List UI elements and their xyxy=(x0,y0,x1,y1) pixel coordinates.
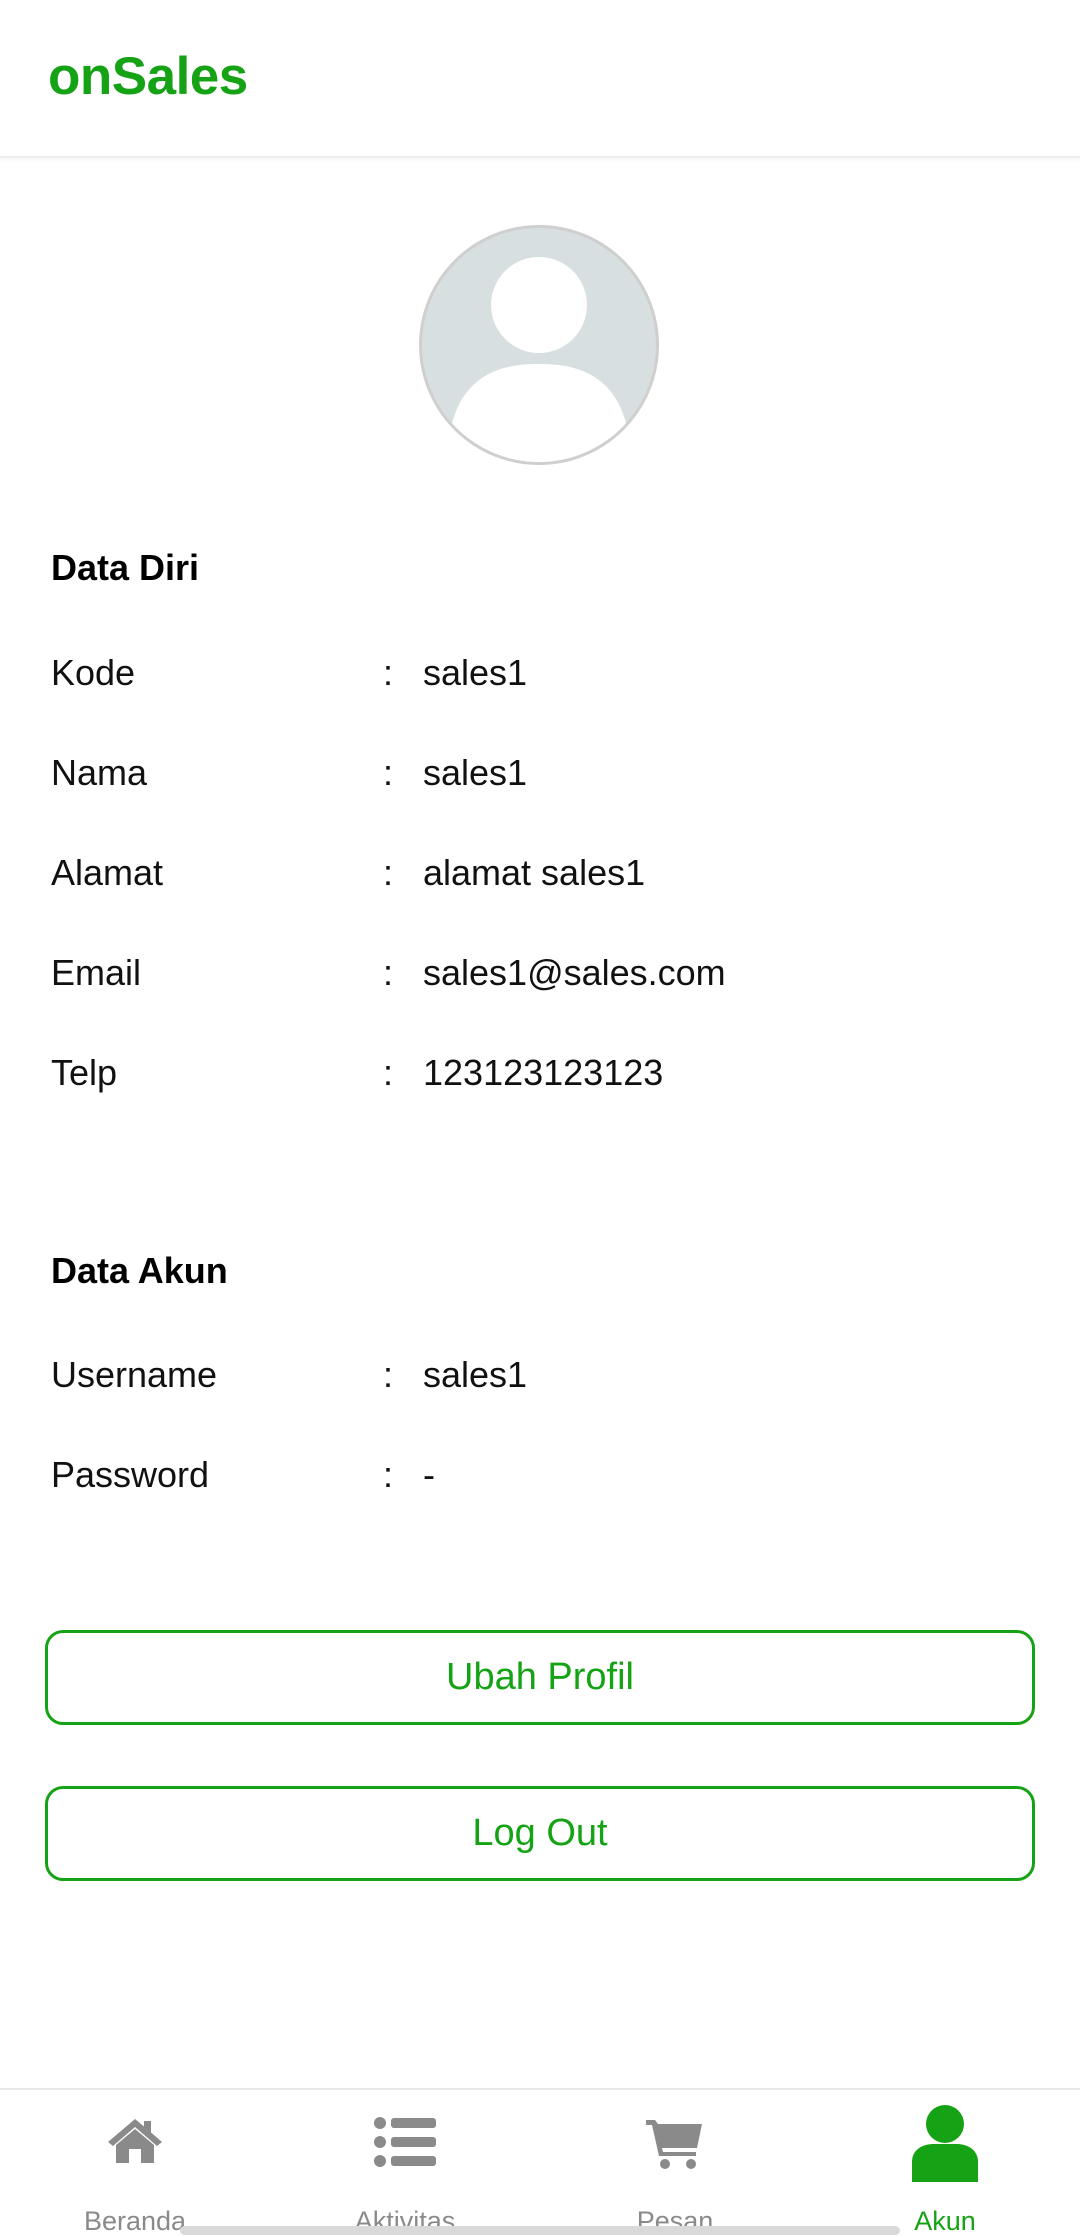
row-label: Kode xyxy=(51,652,136,693)
gesture-handle[interactable] xyxy=(180,2226,900,2235)
row-label: Nama xyxy=(51,752,148,793)
bottom-navigation: Beranda Aktivitas Pesan Akun xyxy=(0,2088,1080,2237)
default-user-avatar-icon xyxy=(452,257,626,462)
row-colon: : xyxy=(383,1354,394,1395)
app-title: onSales xyxy=(48,47,248,106)
home-icon xyxy=(108,2119,162,2163)
row-value: 123123123123 xyxy=(423,1052,664,1093)
row-value: sales1 xyxy=(423,1354,528,1395)
profile-avatar xyxy=(419,225,659,465)
nav-item-aktivitas[interactable]: Aktivitas xyxy=(270,2090,540,2237)
row-value: sales1 xyxy=(423,752,528,793)
cart-icon xyxy=(646,2120,702,2169)
app-bar: onSales xyxy=(0,0,1080,158)
row-colon: : xyxy=(383,1454,394,1495)
nav-item-beranda[interactable]: Beranda xyxy=(0,2090,270,2237)
row-colon: : xyxy=(383,952,394,993)
section-title-data-diri: Data Diri xyxy=(51,547,200,588)
row-label: Username xyxy=(51,1354,218,1395)
user-icon xyxy=(912,2105,978,2182)
row-colon: : xyxy=(383,1052,394,1093)
section-title-data-akun: Data Akun xyxy=(51,1250,228,1291)
row-value: - xyxy=(423,1454,435,1495)
row-colon: : xyxy=(383,652,394,693)
row-value: alamat sales1 xyxy=(423,852,646,893)
row-colon: : xyxy=(383,752,394,793)
nav-item-pesan[interactable]: Pesan xyxy=(540,2090,810,2237)
edit-profile-button[interactable]: Ubah Profil xyxy=(45,1630,1035,1725)
nav-item-akun[interactable]: Akun xyxy=(810,2090,1080,2237)
row-label: Password xyxy=(51,1454,210,1495)
row-value: sales1@sales.com xyxy=(423,952,726,993)
row-colon: : xyxy=(383,852,394,893)
row-label: Alamat xyxy=(51,852,164,893)
row-value: sales1 xyxy=(423,652,528,693)
list-icon xyxy=(374,2117,436,2167)
row-label: Email xyxy=(51,952,142,993)
logout-button[interactable]: Log Out xyxy=(45,1786,1035,1881)
row-label: Telp xyxy=(51,1052,118,1093)
